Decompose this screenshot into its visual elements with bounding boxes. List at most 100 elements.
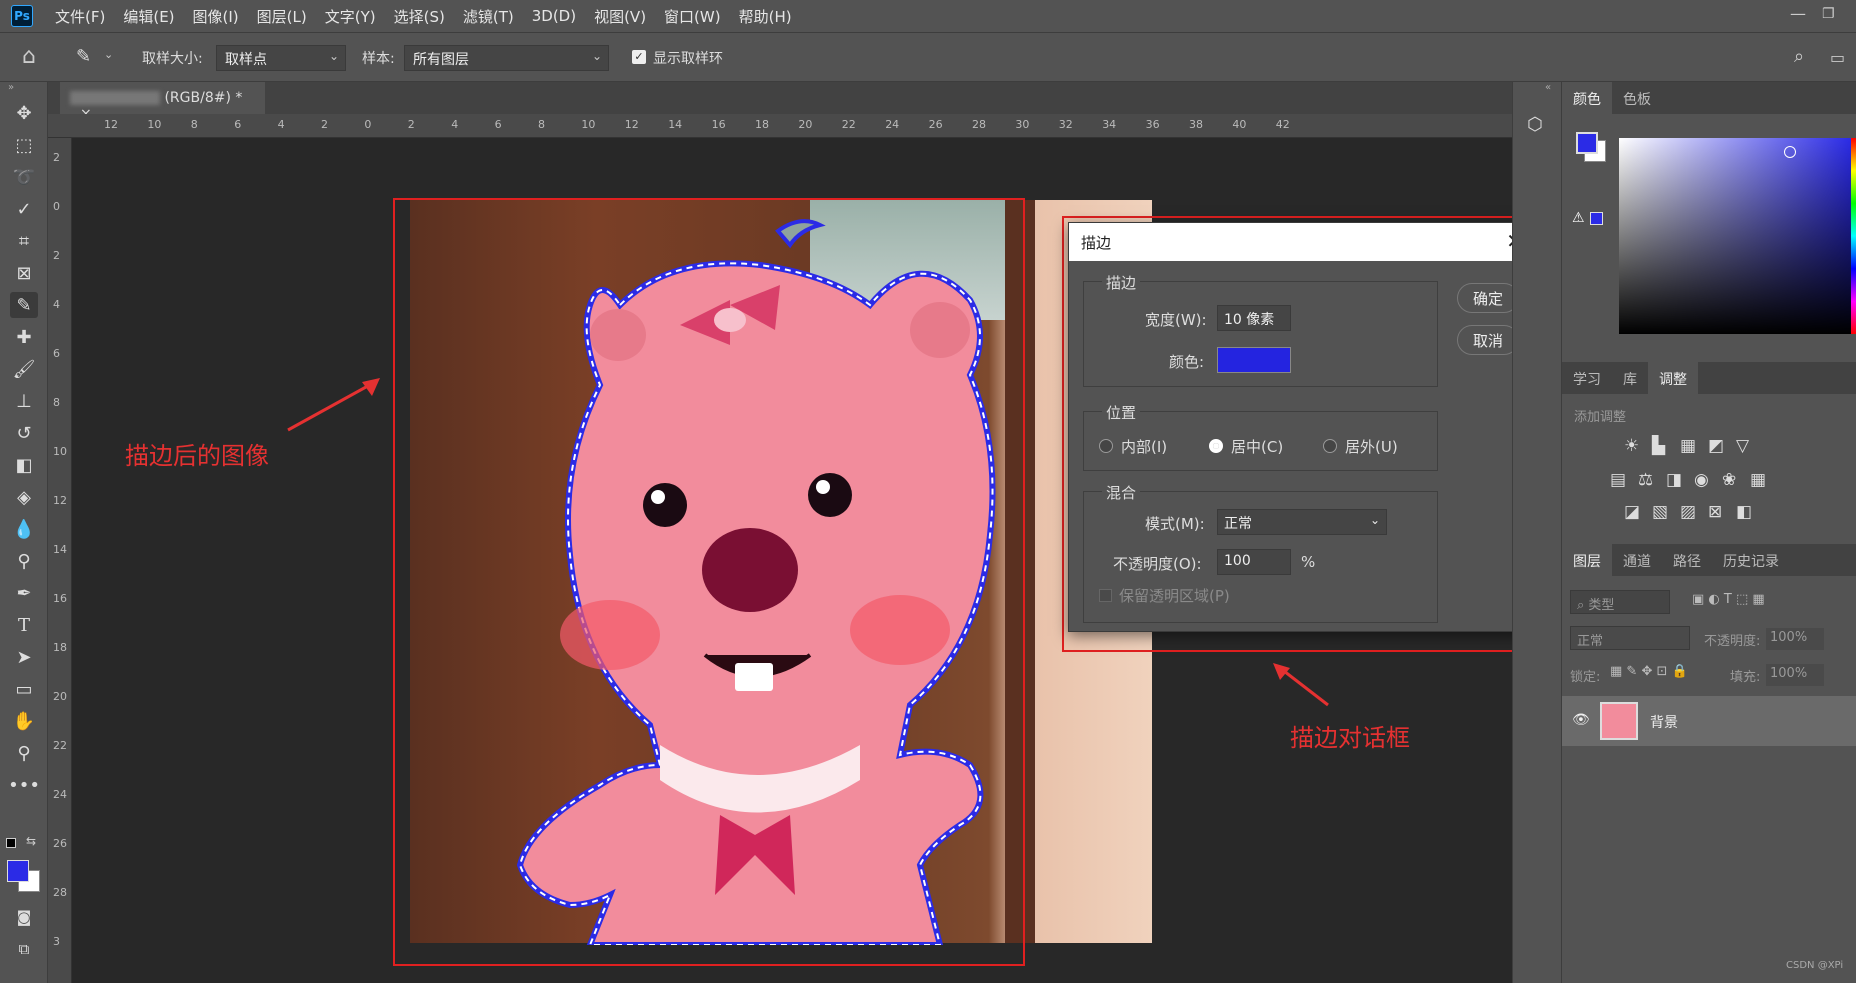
- quick-select-tool-icon[interactable]: ✓: [10, 196, 38, 222]
- color-picker-field[interactable]: [1619, 138, 1851, 334]
- restore-icon[interactable]: ❐: [1822, 6, 1835, 22]
- menu-type[interactable]: 文字(Y): [325, 6, 376, 27]
- menu-file[interactable]: 文件(F): [55, 6, 105, 27]
- show-ring-checkbox[interactable]: ✓: [632, 50, 646, 64]
- menu-3d[interactable]: 3D(D): [532, 7, 576, 25]
- black-white-icon[interactable]: ◨: [1666, 470, 1682, 490]
- healing-brush-tool-icon[interactable]: ✚: [10, 324, 38, 350]
- tab-channels[interactable]: 通道: [1612, 544, 1662, 576]
- blur-tool-icon[interactable]: 💧: [10, 516, 38, 542]
- menu-select[interactable]: 选择(S): [394, 6, 445, 27]
- document-tab[interactable]: (RGB/8#) * ×: [60, 82, 265, 122]
- screen-mode-icon[interactable]: ⧉: [10, 936, 38, 962]
- websafe-swatch[interactable]: [1590, 212, 1603, 225]
- tab-swatches[interactable]: 色板: [1612, 82, 1662, 114]
- default-colors-icon[interactable]: [6, 838, 16, 848]
- dodge-tool-icon[interactable]: ⚲: [10, 548, 38, 574]
- tab-layers[interactable]: 图层: [1562, 544, 1612, 576]
- brush-tool-icon[interactable]: 🖌: [10, 356, 38, 382]
- search-icon[interactable]: ⌕: [1794, 46, 1804, 67]
- layer-filter-select[interactable]: ⌕ 类型: [1570, 590, 1670, 614]
- lasso-tool-icon[interactable]: ➰: [10, 164, 38, 190]
- fill-input[interactable]: 100%: [1766, 664, 1824, 686]
- posterize-icon[interactable]: ▧: [1652, 502, 1668, 522]
- threshold-icon[interactable]: ▨: [1680, 502, 1696, 522]
- tab-history[interactable]: 历史记录: [1712, 544, 1790, 576]
- crop-tool-icon[interactable]: ⌗: [10, 228, 38, 254]
- menu-edit[interactable]: 编辑(E): [123, 6, 174, 27]
- menu-filter[interactable]: 滤镜(T): [463, 6, 514, 27]
- zoom-tool-icon[interactable]: ⚲: [10, 740, 38, 766]
- inside-radio[interactable]: [1099, 439, 1113, 453]
- opacity-input[interactable]: 100: [1217, 549, 1291, 575]
- ok-button[interactable]: 确定: [1457, 283, 1519, 313]
- more-tools-icon[interactable]: •••: [8, 772, 40, 798]
- levels-icon[interactable]: ▙: [1652, 436, 1665, 456]
- tab-color[interactable]: 颜色: [1562, 82, 1612, 114]
- vibrance-icon[interactable]: ▽: [1736, 436, 1749, 456]
- tool-preset-chevron-icon[interactable]: ⌄: [104, 48, 113, 61]
- minimize-icon[interactable]: —: [1790, 4, 1806, 23]
- gradient-map-icon[interactable]: ◧: [1736, 502, 1752, 522]
- eye-icon[interactable]: 👁: [1572, 712, 1590, 728]
- tab-adjustments[interactable]: 调整: [1648, 362, 1698, 394]
- lock-icons[interactable]: ▦ ✎ ✥ ⊡ 🔒: [1610, 664, 1688, 679]
- quick-mask-icon[interactable]: ◙: [10, 904, 38, 930]
- hue-saturation-icon[interactable]: ▤: [1610, 470, 1626, 490]
- eyedropper-tool-icon[interactable]: ✎: [76, 46, 91, 67]
- center-radio[interactable]: [1209, 439, 1223, 453]
- color-balance-icon[interactable]: ⚖: [1638, 470, 1653, 490]
- marquee-tool-icon[interactable]: ⬚: [10, 132, 38, 158]
- layer-blend-mode-select[interactable]: 正常: [1570, 626, 1690, 650]
- color-lookup-icon[interactable]: ▦: [1750, 470, 1766, 490]
- layer-opacity-input[interactable]: 100%: [1766, 628, 1824, 650]
- preserve-transparency-checkbox[interactable]: [1099, 589, 1112, 602]
- path-select-tool-icon[interactable]: ➤: [10, 644, 38, 670]
- menu-help[interactable]: 帮助(H): [739, 6, 792, 27]
- frame-tool-icon[interactable]: ⊠: [10, 260, 38, 286]
- filter-pixel-icon[interactable]: ▣ ◐ T ⬚ ▦: [1692, 592, 1765, 607]
- history-brush-tool-icon[interactable]: ↺: [10, 420, 38, 446]
- tab-library[interactable]: 库: [1612, 362, 1648, 394]
- eyedropper-tool-icon[interactable]: ✎: [10, 292, 38, 318]
- pen-tool-icon[interactable]: ✒: [10, 580, 38, 606]
- invert-icon[interactable]: ◪: [1624, 502, 1640, 522]
- eraser-tool-icon[interactable]: ◧: [10, 452, 38, 478]
- collapse-icon[interactable]: «: [1545, 82, 1551, 93]
- type-tool-icon[interactable]: T: [10, 612, 38, 638]
- selective-color-icon[interactable]: ⊠: [1708, 502, 1722, 522]
- move-tool-icon[interactable]: ✥: [10, 100, 38, 126]
- cancel-button[interactable]: 取消: [1457, 325, 1519, 355]
- home-icon[interactable]: ⌂: [22, 44, 36, 69]
- 3d-cube-icon[interactable]: ⬡: [1527, 114, 1543, 135]
- workspace-icon[interactable]: ▭: [1830, 48, 1845, 67]
- menu-window[interactable]: 窗口(W): [664, 6, 721, 27]
- stamp-tool-icon[interactable]: ⊥: [10, 388, 38, 414]
- paint-bucket-tool-icon[interactable]: ◈: [10, 484, 38, 510]
- channel-mixer-icon[interactable]: ❀: [1722, 470, 1736, 490]
- menu-view[interactable]: 视图(V): [594, 6, 646, 27]
- sample-select[interactable]: 所有图层 ⌄: [404, 45, 609, 71]
- foreground-color-swatch[interactable]: [1576, 132, 1598, 154]
- hue-slider[interactable]: [1851, 138, 1856, 334]
- brightness-icon[interactable]: ☀: [1624, 436, 1639, 456]
- exposure-icon[interactable]: ◩: [1708, 436, 1724, 456]
- width-input[interactable]: 10 像素: [1217, 305, 1291, 331]
- menu-layer[interactable]: 图层(L): [257, 6, 307, 27]
- curves-icon[interactable]: ▦: [1680, 436, 1696, 456]
- tab-learn[interactable]: 学习: [1562, 362, 1612, 394]
- rectangle-tool-icon[interactable]: ▭: [10, 676, 38, 702]
- photo-filter-icon[interactable]: ◉: [1694, 470, 1709, 490]
- sample-size-select[interactable]: 取样点 ⌄: [216, 45, 346, 71]
- foreground-color-swatch[interactable]: [7, 860, 29, 882]
- tab-paths[interactable]: 路径: [1662, 544, 1712, 576]
- mode-select[interactable]: 正常 ⌄: [1217, 509, 1387, 535]
- layer-row[interactable]: 👁 背景: [1562, 696, 1856, 746]
- swap-colors-icon[interactable]: ⇆: [26, 834, 36, 848]
- hand-tool-icon[interactable]: ✋: [10, 708, 38, 734]
- color-picker-handle[interactable]: [1784, 146, 1796, 158]
- collapse-icon[interactable]: »: [8, 82, 14, 93]
- stroke-color-swatch[interactable]: [1217, 347, 1291, 373]
- outside-radio[interactable]: [1323, 439, 1337, 453]
- menu-image[interactable]: 图像(I): [193, 6, 239, 27]
